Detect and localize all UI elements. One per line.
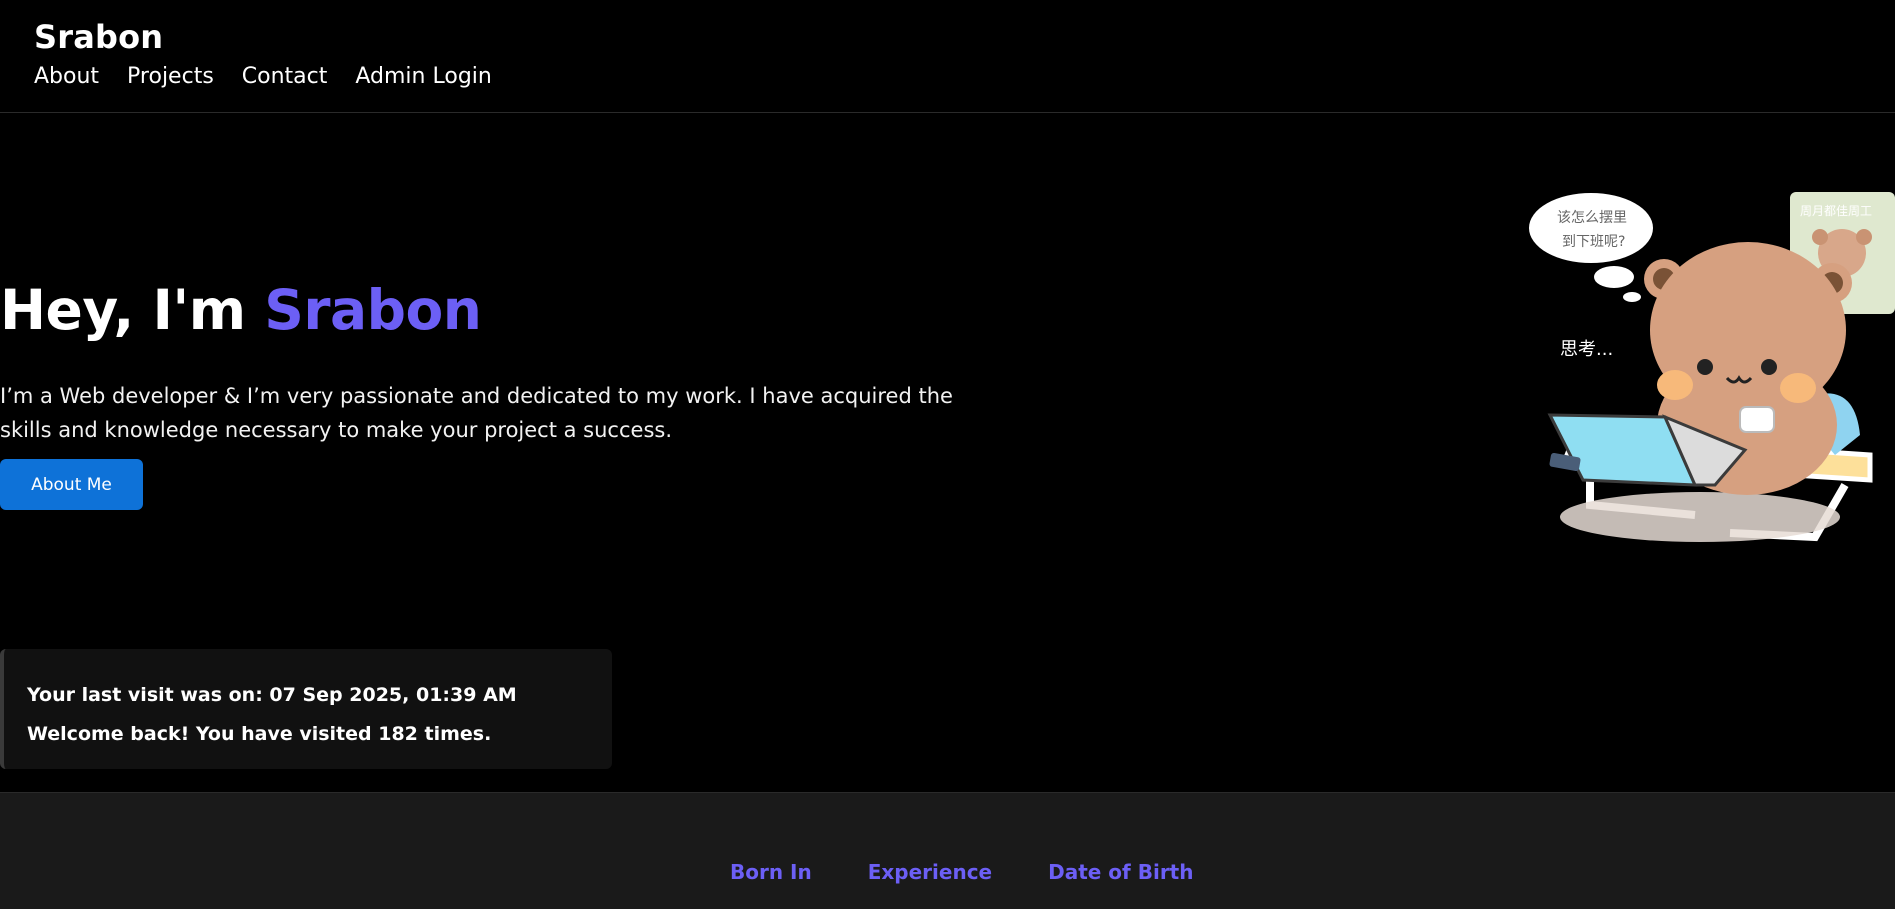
hero-name: Srabon: [264, 278, 482, 342]
visit-info-card: Your last visit was on: 07 Sep 2025, 01:…: [0, 649, 612, 769]
site-brand[interactable]: Srabon: [34, 18, 163, 56]
nav-link-about[interactable]: About: [34, 64, 99, 89]
main-nav: About Projects Contact Admin Login: [34, 64, 492, 89]
stat-label-date-of-birth: Date of Birth: [1048, 860, 1194, 884]
nav-link-admin-login[interactable]: Admin Login: [355, 64, 491, 89]
hero-greeting: Hey, I'm: [0, 278, 246, 342]
last-visit-text: Your last visit was on: 07 Sep 2025, 01:…: [27, 684, 517, 706]
nav-link-projects[interactable]: Projects: [127, 64, 214, 89]
thought-bubble: [1529, 193, 1653, 263]
bubble-text-line1: 该怎么摆里: [1557, 210, 1627, 226]
stat-label-born-in: Born In: [730, 860, 812, 884]
visit-count-text: Welcome back! You have visited 182 times…: [27, 723, 492, 745]
bear-laptop-illustration: 周月都佳周工 该怎么摆里 到下班呢? 思考...: [1529, 192, 1895, 542]
stat-label-experience: Experience: [867, 860, 993, 884]
stats-labels: Born In Experience Date of Birth: [730, 860, 1193, 884]
coffee-cup: [1739, 406, 1775, 433]
hero-description: I’m a Web developer & I’m very passionat…: [0, 384, 953, 442]
hero-title: Hey, I'm Srabon: [0, 278, 482, 342]
nav-link-contact[interactable]: Contact: [242, 64, 328, 89]
about-me-button[interactable]: About Me: [0, 459, 143, 510]
bubble-text-line2: 到下班呢?: [1562, 234, 1625, 250]
thinking-text: 思考...: [1560, 339, 1613, 360]
site-header: Srabon About Projects Contact Admin Logi…: [0, 0, 1895, 113]
poster-text: 周月都佳周工: [1800, 204, 1872, 218]
stats-section: Born In Experience Date of Birth: [0, 792, 1895, 909]
